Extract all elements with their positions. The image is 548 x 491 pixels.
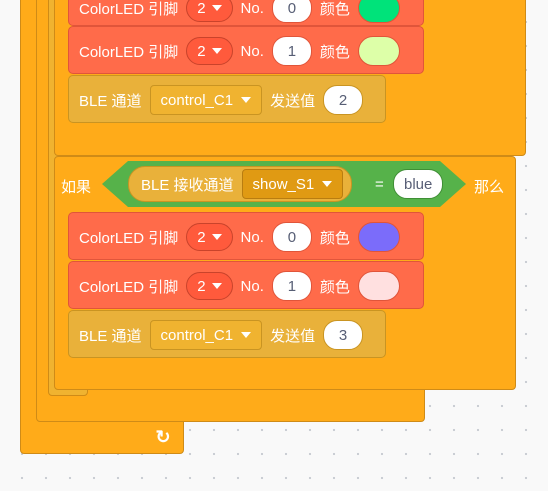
ble-receive-block[interactable]: BLE 接收通道 show_S1 xyxy=(128,166,353,202)
then-label: 那么 xyxy=(474,179,505,196)
compare-value-input[interactable]: blue xyxy=(393,169,444,199)
chevron-down-icon xyxy=(211,5,222,11)
pin-dropdown[interactable]: 2 xyxy=(186,272,233,300)
ble-channel-label: BLE 通道 xyxy=(79,327,142,345)
receive-channel-dropdown[interactable]: show_S1 xyxy=(241,169,344,199)
chevron-down-icon xyxy=(241,332,252,338)
chevron-down-icon xyxy=(241,97,252,103)
chevron-down-icon xyxy=(211,48,222,54)
send-value-label: 发送值 xyxy=(270,92,316,110)
colorled-block[interactable]: ColorLED 引脚 2 No. 0 颜色 xyxy=(68,0,424,26)
led-number-input[interactable]: 0 xyxy=(271,222,312,252)
send-value-input[interactable]: 3 xyxy=(323,320,364,350)
colorled-block[interactable]: ColorLED 引脚 2 No. 1 颜色 xyxy=(68,26,424,74)
color-swatch[interactable] xyxy=(357,36,400,66)
color-swatch[interactable] xyxy=(357,271,400,301)
no-label: No. xyxy=(240,42,264,60)
chevron-down-icon xyxy=(322,181,333,187)
chevron-down-icon xyxy=(211,283,222,289)
send-value-input[interactable]: 2 xyxy=(323,85,364,115)
ble-receive-label: BLE 接收通道 xyxy=(141,176,234,194)
channel-dropdown[interactable]: control_C1 xyxy=(149,320,263,350)
pin-dropdown[interactable]: 2 xyxy=(186,37,233,65)
pin-dropdown[interactable]: 2 xyxy=(186,223,233,251)
led-number-input[interactable]: 0 xyxy=(271,0,312,23)
ble-channel-label: BLE 通道 xyxy=(79,92,142,110)
color-label: 颜色 xyxy=(319,278,350,296)
equals-sign: = xyxy=(375,176,384,193)
led-number-input[interactable]: 1 xyxy=(271,271,312,301)
loop-arrow-icon: ↻ xyxy=(155,427,171,447)
colorled-pin-label: ColorLED 引脚 xyxy=(79,229,179,247)
colorled-block[interactable]: ColorLED 引脚 2 No. 1 颜色 xyxy=(68,261,424,309)
ble-send-block[interactable]: BLE 通道 control_C1 发送值 3 xyxy=(68,310,386,358)
led-number-input[interactable]: 1 xyxy=(271,36,312,66)
send-value-label: 发送值 xyxy=(270,327,316,345)
no-label: No. xyxy=(240,228,264,246)
no-label: No. xyxy=(240,277,264,295)
colorled-pin-label: ColorLED 引脚 xyxy=(79,278,179,296)
ble-send-block[interactable]: BLE 通道 control_C1 发送值 2 xyxy=(68,75,386,123)
no-label: No. xyxy=(240,0,264,17)
channel-dropdown[interactable]: control_C1 xyxy=(149,85,263,115)
colorled-pin-label: ColorLED 引脚 xyxy=(79,43,179,61)
chevron-down-icon xyxy=(211,234,222,240)
colorled-block[interactable]: ColorLED 引脚 2 No. 0 颜色 xyxy=(68,212,424,260)
color-label: 颜色 xyxy=(319,43,350,61)
color-label: 颜色 xyxy=(319,229,350,247)
colorled-pin-label: ColorLED 引脚 xyxy=(79,0,179,18)
pin-dropdown[interactable]: 2 xyxy=(186,0,233,22)
color-label: 颜色 xyxy=(319,0,350,18)
color-swatch[interactable] xyxy=(357,0,400,23)
if-label: 如果 xyxy=(61,179,92,196)
color-swatch[interactable] xyxy=(357,222,400,252)
